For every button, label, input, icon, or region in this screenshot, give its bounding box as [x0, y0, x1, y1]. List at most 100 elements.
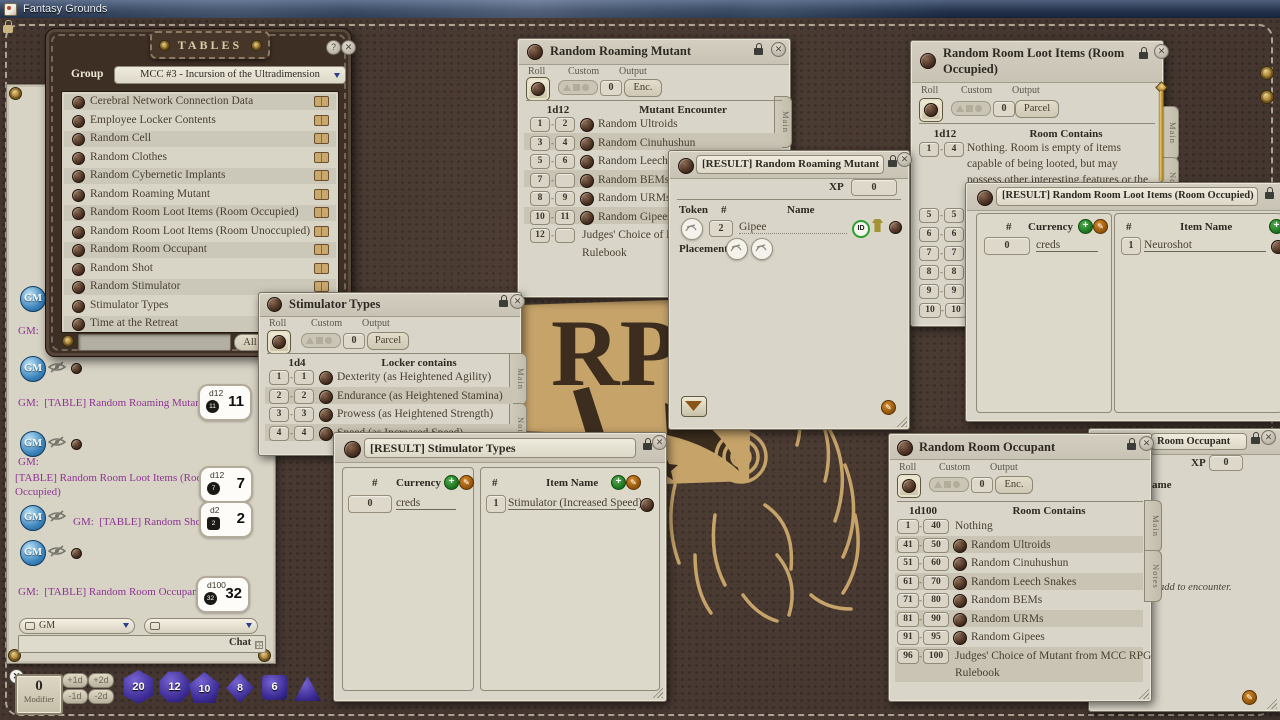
table-entry[interactable]: Endurance (as Heightened Stamina)	[337, 390, 503, 402]
item-count-box[interactable]: 1	[486, 495, 506, 513]
table-link-icon[interactable]	[72, 244, 85, 257]
currency-name-field[interactable]: creds	[396, 497, 456, 510]
book-icon[interactable]	[314, 96, 329, 107]
range-to[interactable]: 4	[555, 136, 575, 151]
entry-link-icon[interactable]	[319, 427, 333, 441]
currency-amount-box[interactable]: 0	[984, 237, 1030, 255]
range-to[interactable]: 8	[944, 265, 964, 280]
close-icon[interactable]: ✕	[510, 294, 525, 309]
range-from[interactable]: 81	[897, 612, 919, 627]
add-button[interactable]: +	[444, 475, 459, 490]
table-link-icon[interactable]	[72, 152, 85, 165]
range-from[interactable]: 1	[530, 117, 550, 132]
add-one-die-button[interactable]: +1d	[62, 673, 88, 688]
range-to[interactable]: 4	[294, 426, 314, 441]
xp-value-box[interactable]: 0	[1209, 455, 1243, 471]
range-from[interactable]: 3	[269, 407, 289, 422]
scrollbar[interactable]	[1160, 91, 1163, 181]
token-count-box[interactable]: 2	[709, 220, 733, 237]
range-to[interactable]: 9	[944, 284, 964, 299]
resize-grip[interactable]	[1264, 696, 1277, 709]
range-from[interactable]: 3	[530, 136, 550, 151]
table-entry[interactable]: Random Leech Snakes	[971, 576, 1076, 588]
add-button[interactable]: +	[1269, 219, 1280, 234]
close-icon[interactable]: ✕	[1261, 430, 1276, 445]
creature-token[interactable]	[681, 218, 703, 240]
tab-notes[interactable]: Notes	[1144, 550, 1162, 602]
table-item[interactable]: Random Cybernetic Implants	[90, 169, 225, 181]
entry-link-icon[interactable]	[953, 594, 967, 608]
range-from[interactable]: 1	[919, 142, 939, 157]
range-to[interactable]: 2	[294, 389, 314, 404]
range-to[interactable]: 6	[555, 154, 575, 169]
window-link-icon[interactable]	[267, 297, 282, 312]
table-entry[interactable]: Random Gipees	[598, 211, 672, 223]
table-link-icon[interactable]	[72, 263, 85, 276]
link-dot-icon[interactable]	[71, 439, 82, 450]
table-link-icon[interactable]	[72, 281, 85, 294]
table-link-icon[interactable]	[72, 226, 85, 239]
range-to[interactable]: 9	[555, 191, 575, 206]
custom-count-box[interactable]: 0	[600, 80, 622, 96]
table-entry[interactable]: Prowess (as Heightened Strength)	[337, 408, 493, 420]
table-item[interactable]: Time at the Retreat	[90, 317, 178, 329]
link-dot-icon[interactable]	[71, 363, 82, 374]
edit-button[interactable]: ✎	[1093, 219, 1108, 234]
range-to[interactable]: 90	[923, 612, 949, 627]
resize-grip[interactable]	[1136, 686, 1149, 699]
roll-button[interactable]	[897, 474, 921, 498]
lock-icon[interactable]	[888, 160, 897, 167]
table-entry[interactable]: Random Cinuhushun	[971, 557, 1068, 569]
book-icon[interactable]	[314, 244, 329, 255]
table-link-icon[interactable]	[72, 189, 85, 202]
range-to[interactable]: 50	[923, 538, 949, 553]
table-link-icon[interactable]	[72, 115, 85, 128]
table-link-icon[interactable]	[72, 133, 85, 146]
lock-icon[interactable]	[1139, 52, 1148, 59]
window-link-icon[interactable]	[977, 190, 993, 206]
add-button[interactable]: +	[1078, 219, 1093, 234]
range-from[interactable]: 91	[897, 630, 919, 645]
range-to[interactable]: 6	[944, 227, 964, 242]
group-dropdown[interactable]: MCC #3 - Incursion of the Ultradimension	[114, 66, 346, 84]
range-to[interactable]: 70	[923, 575, 949, 590]
range-to[interactable]: 7	[944, 246, 964, 261]
roll-button[interactable]	[267, 330, 291, 354]
table-entry[interactable]: Random Ultroids	[971, 539, 1051, 551]
entry-link-icon[interactable]	[640, 498, 654, 512]
range-from[interactable]: 51	[897, 556, 919, 571]
modifier-box[interactable]: 0 Modifier	[15, 674, 63, 715]
xp-value-box[interactable]: 0	[851, 179, 897, 196]
entry-link-icon[interactable]	[953, 631, 967, 645]
entry-link-icon[interactable]	[580, 155, 594, 169]
custom-dice-control[interactable]	[951, 101, 991, 116]
help-button[interactable]: ?	[326, 40, 341, 55]
range-from[interactable]: 1	[269, 370, 289, 385]
output-mode-button[interactable]: Parcel	[367, 332, 409, 350]
lock-icon[interactable]	[754, 48, 763, 55]
close-icon[interactable]: ✕	[652, 435, 667, 450]
range-to[interactable]: 5	[944, 208, 964, 223]
output-mode-button[interactable]: Parcel	[1015, 100, 1059, 118]
tab-main[interactable]: Main	[1161, 106, 1179, 160]
entry-link-icon[interactable]	[319, 408, 333, 422]
entry-link-icon[interactable]	[580, 137, 594, 151]
table-item[interactable]: Employee Locker Contents	[90, 114, 216, 126]
entry-link-icon[interactable]	[580, 192, 594, 206]
edit-button[interactable]: ✎	[626, 475, 641, 490]
range-to[interactable]: 100	[923, 649, 949, 664]
entry-link-icon[interactable]	[953, 557, 967, 571]
range-from[interactable]: 5	[530, 154, 550, 169]
armor-icon[interactable]	[872, 219, 883, 232]
remove-two-dice-button[interactable]: -2d	[88, 689, 114, 704]
range-from[interactable]: 8	[530, 191, 550, 206]
add-button[interactable]: +	[611, 475, 626, 490]
edit-button[interactable]: ✎	[1242, 690, 1257, 705]
table-item[interactable]: Stimulator Types	[90, 299, 169, 311]
entry-link-icon[interactable]	[953, 613, 967, 627]
custom-count-box[interactable]: 0	[343, 333, 365, 349]
remove-one-die-button[interactable]: -1d	[62, 689, 88, 704]
range-from[interactable]: 71	[897, 593, 919, 608]
currency-name-field[interactable]: creds	[1036, 239, 1098, 252]
link-dot-icon[interactable]	[71, 548, 82, 559]
